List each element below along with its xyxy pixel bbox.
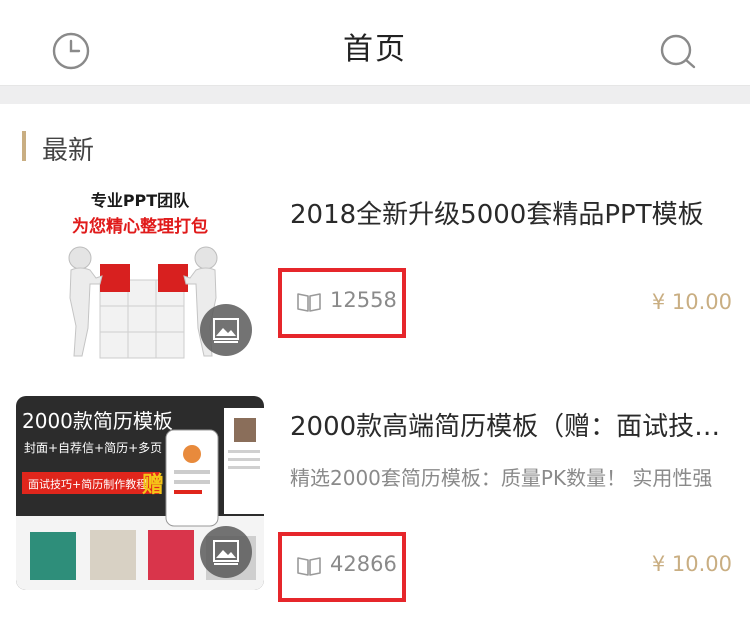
section-title: 最新 bbox=[42, 136, 95, 166]
item-description: 精选2000套简历模板：质量PK数量！ 实用性强 bbox=[290, 466, 713, 490]
price-label: ¥ 10.00 bbox=[651, 552, 732, 576]
thumb-line1: 专业PPT团队 bbox=[91, 191, 190, 210]
search-button[interactable] bbox=[656, 30, 700, 74]
section-accent-bar bbox=[22, 131, 26, 161]
view-count-highlight: 12558 bbox=[278, 268, 406, 338]
book-icon bbox=[297, 293, 321, 312]
product-thumbnail[interactable]: 2000款简历模板 封面+自荐信+简历+多页 面试技巧+简历制作教程 赠 bbox=[16, 396, 264, 590]
item-title[interactable]: 2000款高端简历模板（赠：面试技巧+简历制作教程） bbox=[290, 406, 738, 443]
view-count-highlight: 42866 bbox=[278, 532, 406, 602]
item-title[interactable]: 2018全新升级5000套精品PPT模板 bbox=[290, 194, 738, 231]
thumb-line4: 赠 bbox=[142, 472, 164, 498]
image-icon bbox=[213, 318, 239, 343]
thumb-line1: 2000款简历模板 bbox=[22, 409, 173, 433]
image-badge bbox=[200, 304, 252, 356]
list-item[interactable]: 2000款简历模板 封面+自荐信+简历+多页 面试技巧+简历制作教程 赠 200… bbox=[0, 396, 750, 602]
section-header: 最新 bbox=[0, 104, 750, 174]
thumb-line2: 为您精心整理打包 bbox=[72, 216, 208, 237]
image-icon bbox=[213, 540, 239, 565]
list-item[interactable]: 专业PPT团队 为您精心整理打包 2018全新升级5000套精品PPT模板 12… bbox=[0, 178, 750, 378]
view-count: 42866 bbox=[330, 552, 397, 576]
search-icon bbox=[660, 34, 696, 69]
top-nav-bar: 首页 bbox=[0, 0, 750, 86]
book-icon bbox=[297, 557, 321, 576]
page-title: 首页 bbox=[343, 32, 407, 67]
section-divider bbox=[0, 86, 750, 104]
thumb-line2: 封面+自荐信+简历+多页 bbox=[24, 441, 162, 455]
view-count: 12558 bbox=[330, 288, 397, 312]
thumb-line3: 面试技巧+简历制作教程 bbox=[28, 477, 147, 491]
price-label: ¥ 10.00 bbox=[651, 290, 732, 314]
image-badge bbox=[200, 526, 252, 578]
product-thumbnail[interactable]: 专业PPT团队 为您精心整理打包 bbox=[16, 178, 264, 368]
